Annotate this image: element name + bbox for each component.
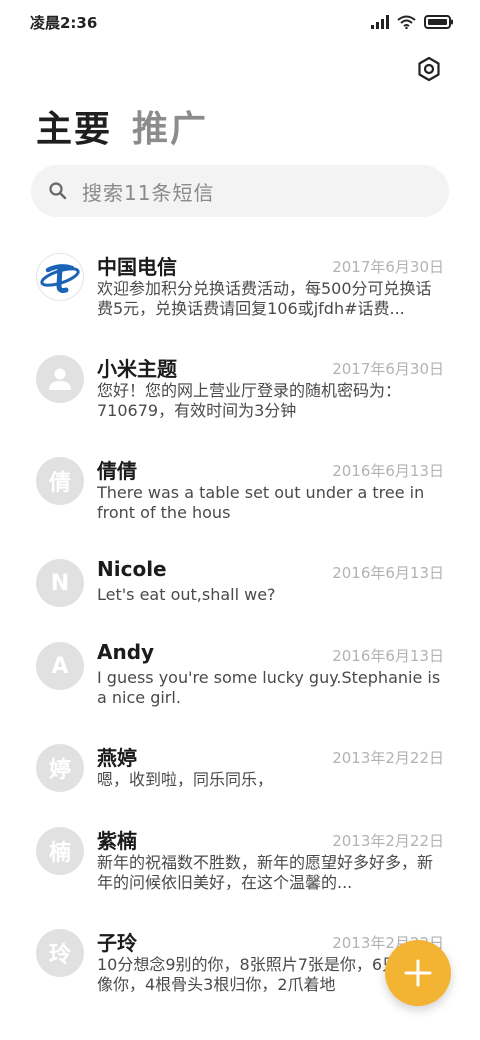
compose-button[interactable] xyxy=(385,940,451,1006)
conversation-item[interactable]: A Andy 2016年6月13日 I guess you're some lu… xyxy=(0,627,480,723)
conversation-item[interactable]: N Nicole 2016年6月13日 Let's eat out,shall … xyxy=(0,544,480,624)
message-date: 2017年6月30日 xyxy=(332,258,444,276)
message-date: 2016年6月13日 xyxy=(332,462,444,480)
message-date: 2013年2月22日 xyxy=(332,832,444,850)
contact-name: Andy xyxy=(97,640,155,664)
message-date: 2016年6月13日 xyxy=(332,564,444,582)
battery-icon xyxy=(424,15,453,29)
contact-name: 小米主题 xyxy=(97,357,177,381)
avatar: 楠 xyxy=(36,827,84,875)
tab-primary[interactable]: 主要 xyxy=(36,100,112,152)
message-preview: 欢迎参加积分兑换话费活动，每500分可兑换话费5元，兑换话费请回复106或jfd… xyxy=(97,279,432,318)
conversation-item[interactable]: 婷 燕婷 2013年2月22日 嗯，收到啦，同乐同乐， xyxy=(0,729,480,809)
avatar: 玲 xyxy=(36,929,84,977)
avatar xyxy=(36,355,84,403)
conversation-item[interactable]: 楠 紫楠 2013年2月22日 新年的祝福数不胜数，新年的愿望好多好多，新年的问… xyxy=(0,812,480,908)
message-preview: I guess you're some lucky guy.Stephanie … xyxy=(97,668,441,707)
message-date: 2013年2月22日 xyxy=(332,749,444,767)
contact-name: 倩倩 xyxy=(97,459,137,483)
settings-button[interactable] xyxy=(416,56,442,82)
avatar: A xyxy=(36,642,84,690)
tab-promotions[interactable]: 推广 xyxy=(132,100,208,152)
contact-name: 燕婷 xyxy=(97,746,137,770)
message-preview: Let's eat out,shall we? xyxy=(97,585,276,604)
tab-bar: 主要 推广 xyxy=(36,100,208,150)
message-date: 2017年6月30日 xyxy=(332,360,444,378)
message-preview: 新年的祝福数不胜数，新年的愿望好多好多，新年的问候依旧美好，在这个温馨的... xyxy=(97,853,434,892)
wifi-icon xyxy=(397,15,416,29)
message-preview: 您好！您的网上营业厅登录的随机密码为：710679，有效时间为3分钟 xyxy=(97,381,402,420)
search-icon xyxy=(49,182,67,200)
status-time: 凌晨2:36 xyxy=(30,14,98,32)
plus-icon xyxy=(404,959,432,987)
person-icon xyxy=(49,368,71,390)
avatar: 婷 xyxy=(36,744,84,792)
avatar xyxy=(36,253,84,301)
search-bar[interactable]: 搜索11条短信 xyxy=(31,165,449,217)
search-placeholder: 搜索11条短信 xyxy=(82,180,215,205)
settings-icon xyxy=(418,56,440,82)
contact-name: 子玲 xyxy=(97,931,137,955)
message-preview: There was a table set out under a tree i… xyxy=(97,483,425,522)
avatar: 倩 xyxy=(36,457,84,505)
status-icons xyxy=(371,14,454,30)
china-telecom-logo-icon xyxy=(40,264,80,293)
contact-name: Nicole xyxy=(97,557,167,581)
conversation-item[interactable]: 小米主题 2017年6月30日 您好！您的网上营业厅登录的随机密码为：71067… xyxy=(0,340,480,436)
message-date: 2016年6月13日 xyxy=(332,647,444,665)
signal-icon xyxy=(371,15,389,29)
status-bar: 凌晨2:36 xyxy=(0,0,480,44)
message-preview: 嗯，收到啦，同乐同乐， xyxy=(97,770,274,789)
conversation-item[interactable]: 中国电信 2017年6月30日 欢迎参加积分兑换话费活动，每500分可兑换话费5… xyxy=(0,238,480,334)
contact-name: 中国电信 xyxy=(97,255,177,279)
contact-name: 紫楠 xyxy=(97,829,137,853)
avatar: N xyxy=(36,559,84,607)
conversation-item[interactable]: 倩 倩倩 2016年6月13日 There was a table set ou… xyxy=(0,442,480,538)
